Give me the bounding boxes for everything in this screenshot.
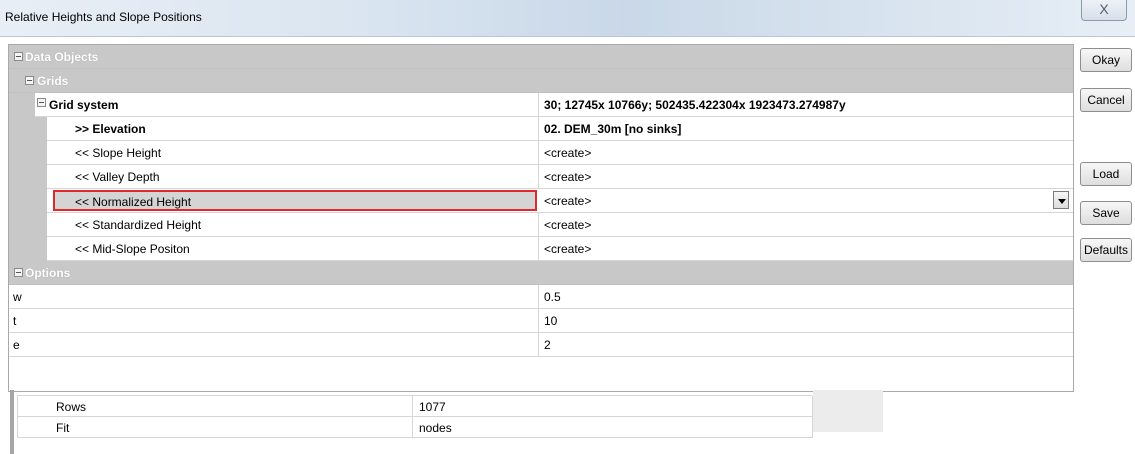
property-grid: Data Objects Grids Grid system 30; 12745… (9, 45, 1073, 357)
row-option-e[interactable]: e 2 (9, 333, 1073, 357)
okay-button[interactable]: Okay (1080, 48, 1132, 72)
row-grid-system[interactable]: Grid system 30; 12745x 10766y; 502435.42… (9, 93, 1073, 117)
collapse-icon[interactable] (14, 52, 23, 61)
category-label: Options (25, 266, 71, 280)
property-value: <create> (544, 146, 592, 160)
collapse-icon[interactable] (37, 98, 46, 107)
row-standardized-height[interactable]: << Standardized Height <create> (9, 213, 1073, 237)
property-label: Fit (56, 421, 70, 435)
property-label: Grid system (49, 98, 119, 112)
defaults-button[interactable]: Defaults (1080, 238, 1132, 262)
row-rows[interactable]: Rows 1077 (17, 396, 813, 417)
close-button[interactable]: X (1081, 0, 1127, 21)
load-button[interactable]: Load (1080, 162, 1132, 186)
property-value: 0.5 (544, 290, 561, 304)
row-normalized-height[interactable]: << Normalized Height <create> (9, 189, 1073, 213)
property-value: 02. DEM_30m [no sinks] (544, 122, 682, 136)
property-value: 1077 (419, 400, 446, 414)
lower-panel-background (813, 390, 883, 432)
close-icon: X (1099, 1, 1109, 17)
chevron-down-icon[interactable] (1053, 191, 1069, 209)
collapse-icon[interactable] (14, 268, 23, 277)
property-label: e (13, 338, 20, 352)
property-value: <create> (544, 242, 592, 256)
property-value: <create> (544, 170, 592, 184)
row-valley-depth[interactable]: << Valley Depth <create> (9, 165, 1073, 189)
lower-properties-table: Rows 1077 Fit nodes (0, 390, 1135, 454)
scroll-edge (10, 390, 14, 454)
property-label: << Valley Depth (75, 170, 160, 184)
properties-panel[interactable]: Data Objects Grids Grid system 30; 12745… (8, 44, 1074, 392)
property-label: Rows (56, 400, 87, 414)
property-label: << Slope Height (75, 146, 162, 160)
row-fit[interactable]: Fit nodes (17, 417, 813, 438)
property-label: << Normalized Height (75, 195, 192, 209)
row-elevation[interactable]: >> Elevation 02. DEM_30m [no sinks] (9, 117, 1073, 141)
category-options[interactable]: Options (9, 261, 1073, 285)
selected-row-highlight[interactable]: << Normalized Height (53, 190, 537, 211)
property-value: <create> (544, 218, 592, 232)
category-grids[interactable]: Grids (9, 69, 1073, 93)
category-label: Grids (37, 74, 69, 88)
property-value: 10 (544, 314, 558, 328)
title-bar: Relative Heights and Slope Positions X (0, 0, 1135, 37)
window-title: Relative Heights and Slope Positions (5, 10, 202, 24)
property-label: >> Elevation (75, 122, 146, 136)
property-value: 30; 12745x 10766y; 502435.422304x 192347… (544, 98, 846, 112)
property-label: << Mid-Slope Positon (75, 242, 190, 256)
row-mid-slope-position[interactable]: << Mid-Slope Positon <create> (9, 237, 1073, 261)
property-value: <create> (544, 194, 592, 208)
collapse-icon[interactable] (25, 76, 34, 85)
property-label: t (13, 314, 17, 328)
cancel-button[interactable]: Cancel (1080, 88, 1132, 112)
property-value: 2 (544, 338, 551, 352)
property-label: << Standardized Height (75, 218, 202, 232)
row-option-t[interactable]: t 10 (9, 309, 1073, 333)
save-button[interactable]: Save (1080, 201, 1132, 225)
category-label: Data Objects (25, 50, 99, 64)
property-value: nodes (419, 421, 452, 435)
row-slope-height[interactable]: << Slope Height <create> (9, 141, 1073, 165)
property-label: w (13, 290, 22, 304)
row-option-w[interactable]: w 0.5 (9, 285, 1073, 309)
category-data-objects[interactable]: Data Objects (9, 45, 1073, 69)
